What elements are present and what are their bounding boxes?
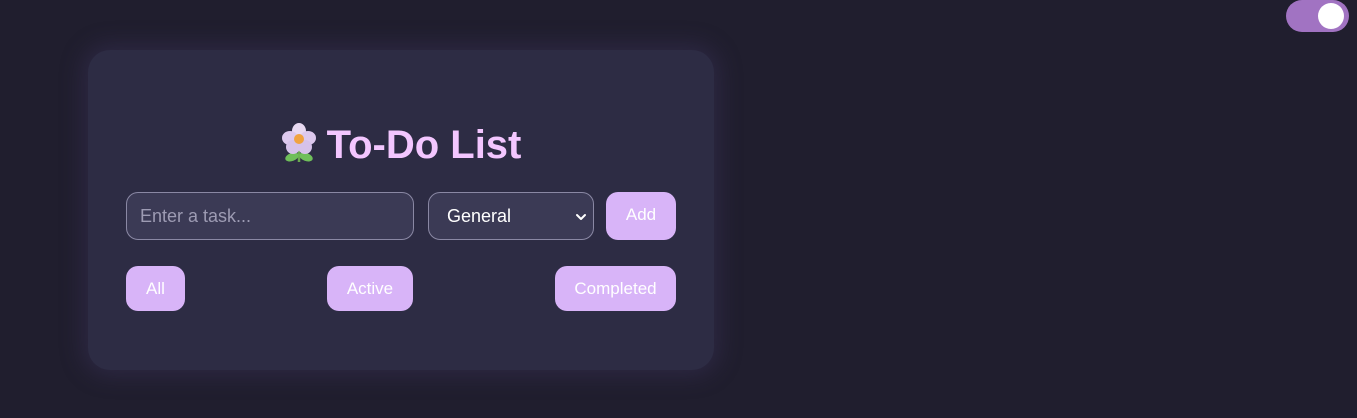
toggle-knob bbox=[1318, 3, 1344, 29]
todo-card: To-Do List General Add All Active Comple… bbox=[88, 50, 714, 370]
filter-active-button[interactable]: Active bbox=[327, 266, 413, 311]
theme-toggle[interactable] bbox=[1286, 0, 1349, 32]
category-select[interactable]: General bbox=[428, 192, 594, 240]
page-title: To-Do List bbox=[88, 122, 714, 167]
chevron-down-icon bbox=[576, 214, 586, 220]
task-input[interactable] bbox=[126, 192, 414, 240]
add-button[interactable]: Add bbox=[606, 192, 676, 240]
category-select-value: General bbox=[447, 206, 512, 226]
title-text: To-Do List bbox=[326, 123, 522, 167]
filter-completed-button[interactable]: Completed bbox=[555, 266, 676, 311]
filter-all-button[interactable]: All bbox=[126, 266, 185, 311]
flower-icon bbox=[281, 122, 317, 164]
